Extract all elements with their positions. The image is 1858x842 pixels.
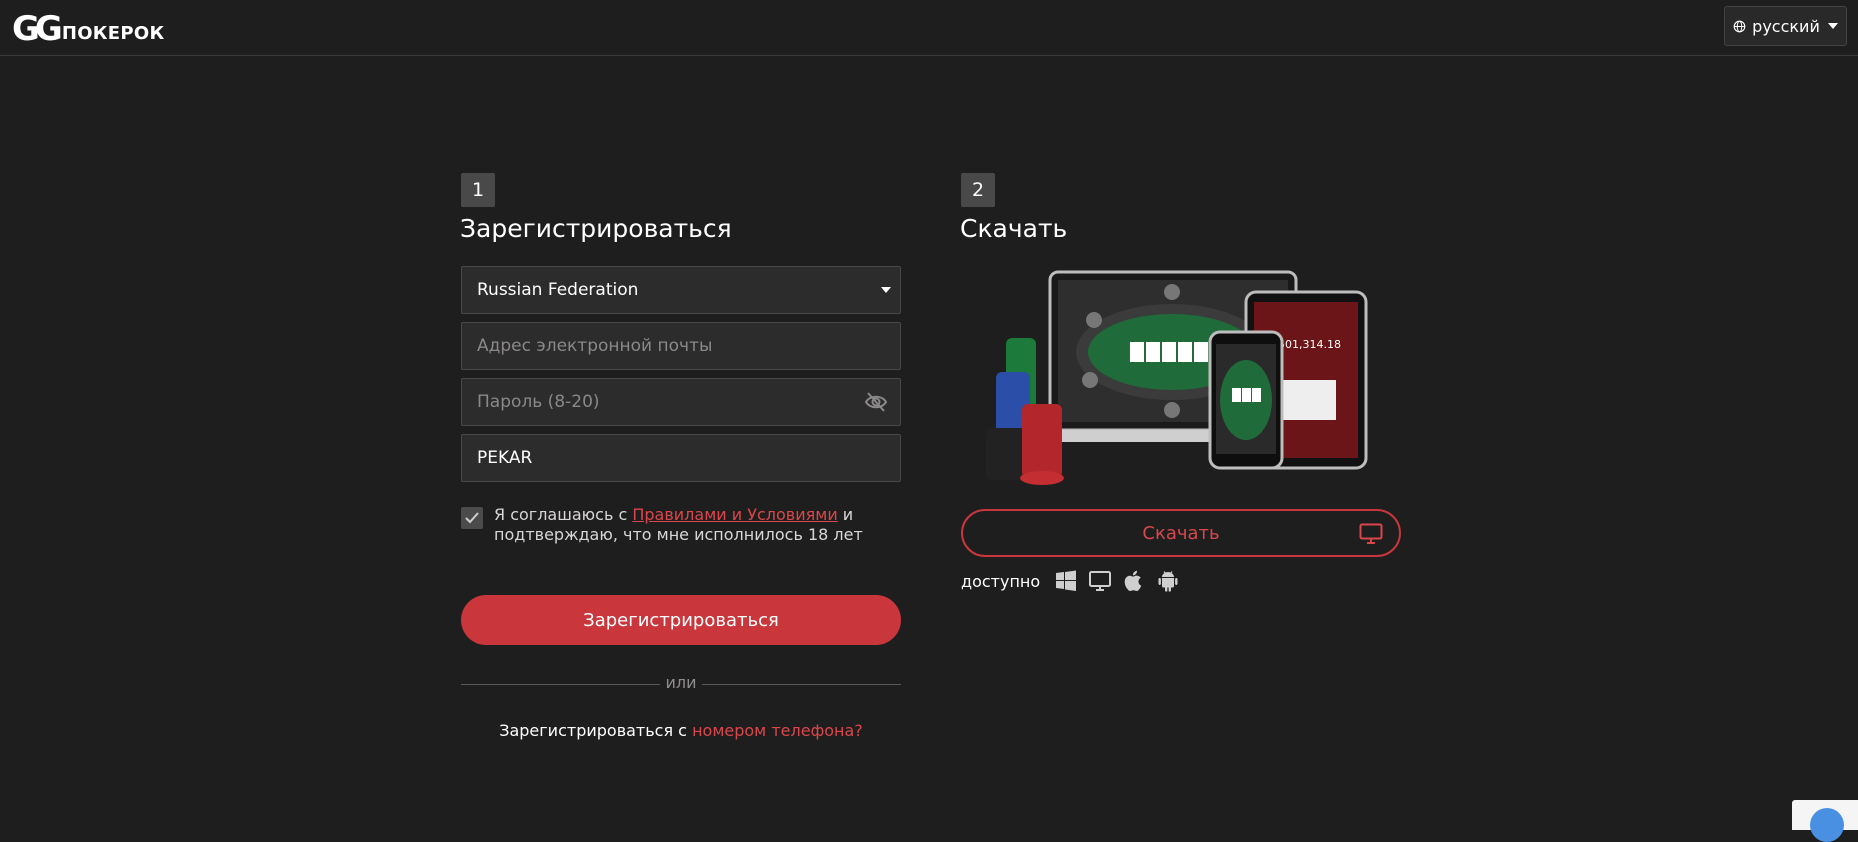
password-field-container [461, 378, 901, 426]
globe-icon [1733, 20, 1746, 32]
email-field-container [461, 322, 901, 370]
language-label: русский [1752, 16, 1820, 36]
terms-text: Я соглашаюсь с Правилами и Условиями и п… [494, 505, 904, 545]
terms-checkbox[interactable] [461, 507, 483, 529]
recaptcha-icon [1810, 808, 1844, 842]
country-select[interactable]: Russian Federation [461, 266, 901, 314]
divider-right [702, 684, 901, 685]
logo-text: ПОКЕРОК [61, 23, 165, 44]
monitor-icon [1359, 523, 1383, 544]
password-input[interactable] [477, 379, 857, 425]
chevron-down-icon [881, 287, 891, 293]
terms-link[interactable]: Правилами и Условиями [632, 505, 837, 524]
available-platforms: доступно [961, 569, 1180, 593]
devices-illustration: $501,314.18 [986, 270, 1368, 485]
apple-icon[interactable] [1122, 569, 1146, 593]
language-selector[interactable]: русский [1724, 6, 1847, 46]
download-button[interactable]: Скачать [961, 509, 1401, 557]
terms-before: Я соглашаюсь с [494, 505, 633, 524]
logo[interactable]: GG ПОКЕРОК [12, 10, 165, 46]
platform-icons [1054, 569, 1180, 593]
divider-left [461, 684, 660, 685]
header: GG ПОКЕРОК русский [0, 0, 1858, 56]
email-input[interactable] [477, 323, 857, 369]
available-label: доступно [961, 571, 1041, 591]
chevron-down-icon [1827, 23, 1838, 29]
country-value: Russian Federation [477, 280, 639, 300]
windows-icon[interactable] [1054, 569, 1078, 593]
phone-register-line: Зарегистрироваться с номером телефона? [461, 721, 901, 740]
phone-register-link[interactable]: номером телефона? [692, 721, 863, 740]
step-2-badge: 2 [961, 173, 995, 207]
download-heading: Скачать [960, 214, 1068, 243]
desktop-icon[interactable] [1088, 569, 1112, 593]
promo-code-input[interactable] [477, 435, 857, 481]
promo-code-field-container [461, 434, 901, 482]
android-icon[interactable] [1156, 569, 1180, 593]
recaptcha-badge[interactable] [1792, 800, 1858, 842]
checkmark-icon [465, 512, 479, 524]
step-1-badge: 1 [461, 173, 495, 207]
divider-label: или [665, 673, 697, 692]
register-heading: Зарегистрироваться [460, 214, 732, 243]
register-button[interactable]: Зарегистрироваться [461, 595, 901, 645]
phone-prefix: Зарегистрироваться с [499, 721, 693, 740]
eye-slash-icon[interactable] [864, 391, 888, 413]
logo-mark: GG [12, 9, 63, 49]
download-label: Скачать [1142, 522, 1220, 544]
